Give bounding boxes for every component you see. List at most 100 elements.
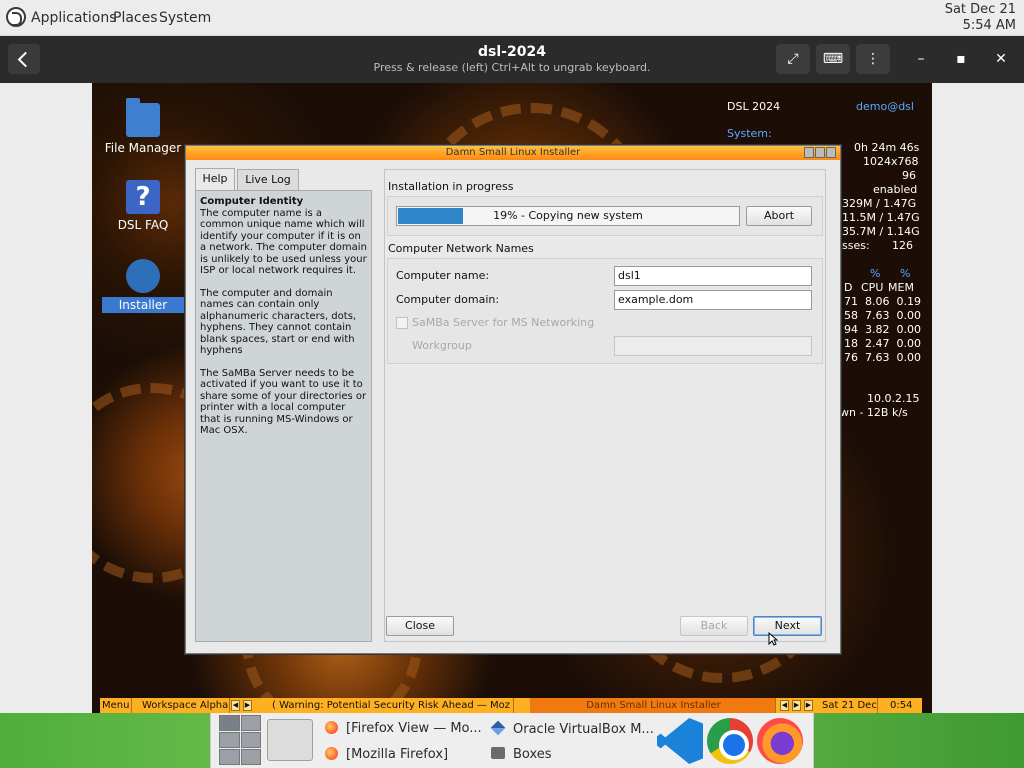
help-heading: Computer Identity xyxy=(200,196,304,207)
dock-task-firefox-view[interactable]: [Firefox View — Mo... xyxy=(325,721,482,736)
conky-processes: 126 xyxy=(892,239,913,252)
taskbar-task-installer[interactable]: Damn Small Linux Installer xyxy=(530,698,776,713)
conky-proc-row: 71 8.06 0.19 xyxy=(844,295,921,308)
conky-proc-table: 71 8.06 0.19 58 7.63 0.00 94 3.82 0.00 1… xyxy=(844,295,921,365)
install-progress-bar: 19% - Copying new system xyxy=(396,206,740,226)
vscode-icon[interactable] xyxy=(657,718,703,764)
desktop-icon-file-manager[interactable]: File Manager xyxy=(93,98,193,155)
network-section-title: Computer Network Names xyxy=(388,242,534,255)
conky-proc-row: 18 2.47 0.00 xyxy=(844,337,921,350)
installer-window: Damn Small Linux Installer Help Live Log… xyxy=(185,145,841,654)
arrow-right-icon[interactable]: ▶ xyxy=(804,700,813,711)
computer-domain-label: Computer domain: xyxy=(396,293,500,306)
conky-uptime: 0h 24m 46s xyxy=(854,141,920,154)
folder-icon[interactable] xyxy=(267,719,313,761)
conky-proc-header: D xyxy=(844,281,853,294)
help-paragraph: The computer name is a common unique nam… xyxy=(200,207,367,277)
host-dock: [Firefox View — Mo... [Mozilla Firefox] … xyxy=(210,713,814,768)
firefox-icon xyxy=(325,721,338,734)
clock-time: 5:54 AM xyxy=(962,18,1016,33)
maximize-icon[interactable] xyxy=(815,147,825,158)
distro-logo-icon[interactable] xyxy=(6,7,26,27)
virtualbox-icon xyxy=(490,720,506,736)
conky-system-label: System: xyxy=(727,127,772,140)
dock-task-virtualbox[interactable]: Oracle VirtualBox M... xyxy=(490,720,654,737)
close-icon[interactable] xyxy=(826,147,836,158)
conky-status: enabled xyxy=(873,183,918,196)
fullscreen-icon[interactable]: ⤢ xyxy=(776,44,810,74)
more-vert-icon[interactable]: ⋮ xyxy=(856,44,890,74)
computer-name-field[interactable]: dsl1 xyxy=(614,266,812,286)
computer-name-label: Computer name: xyxy=(396,269,490,282)
conky-disk: 35.7M / 1.14G xyxy=(842,225,920,238)
desktop-icon-dsl-faq[interactable]: ? DSL FAQ xyxy=(93,180,193,232)
conky-proc-header: % xyxy=(870,267,881,280)
maximize-icon[interactable]: ▪ xyxy=(949,48,973,72)
conky-ram: 329M / 1.47G xyxy=(842,197,917,210)
conky-ip: 10.0.2.15 xyxy=(867,392,920,405)
boxes-icon xyxy=(491,747,505,759)
system-menu[interactable]: System xyxy=(159,10,211,26)
workspace-switcher[interactable]: Workspace Alpha xyxy=(140,698,230,713)
chrome-icon[interactable] xyxy=(707,718,753,764)
applications-menu[interactable]: Applications xyxy=(31,10,117,26)
progress-section-title: Installation in progress xyxy=(388,180,514,193)
host-clock[interactable]: Sat Dec 21 5:54 AM xyxy=(945,2,1016,34)
conky-processes-label: sses: xyxy=(842,239,870,252)
workspace-pager[interactable] xyxy=(219,715,261,765)
firefox-icon xyxy=(325,747,338,760)
close-button[interactable]: Close xyxy=(386,616,454,636)
guest-taskbar: Menu Workspace Alpha ◀ ▶ ( Warning: Pote… xyxy=(100,698,922,713)
guest-menu-button[interactable]: Menu xyxy=(100,698,132,713)
installer-icon xyxy=(126,259,160,293)
mouse-pointer-icon xyxy=(768,632,778,646)
progress-text: 19% - Copying new system xyxy=(493,209,643,222)
places-menu[interactable]: Places xyxy=(113,10,158,26)
conky-dpi: 96 xyxy=(902,169,916,182)
host-top-panel: Applications Places System Sat Dec 21 5:… xyxy=(0,0,1024,36)
tab-help[interactable]: Help xyxy=(195,168,235,191)
conky-proc-row: 58 7.63 0.00 xyxy=(844,309,921,322)
workgroup-label: Workgroup xyxy=(412,339,472,352)
guest-date: Sat 21 Dec xyxy=(822,698,878,713)
computer-domain-field[interactable]: example.dom xyxy=(614,290,812,310)
dock-task-mozilla-firefox[interactable]: [Mozilla Firefox] xyxy=(325,747,448,762)
firefox-icon[interactable] xyxy=(757,718,803,764)
conky-proc-header: % xyxy=(900,267,911,280)
window-title: Damn Small Linux Installer xyxy=(445,147,581,158)
desktop-icon-installer[interactable]: Installer xyxy=(93,259,193,313)
conky-proc-row: 94 3.82 0.00 xyxy=(844,323,921,336)
shade-icon[interactable] xyxy=(804,147,814,158)
taskbar-task-firefox[interactable]: ( Warning: Potential Security Risk Ahead… xyxy=(270,698,514,713)
help-paragraph: The computer and domain names can contai… xyxy=(200,287,357,357)
back-button[interactable]: Back xyxy=(680,616,748,636)
abort-button[interactable]: Abort xyxy=(746,206,812,226)
keyboard-icon[interactable]: ⌨ xyxy=(816,44,850,74)
dock-task-boxes[interactable]: Boxes xyxy=(491,747,552,762)
conky-proc-header: MEM xyxy=(888,281,914,294)
close-icon[interactable]: ✕ xyxy=(989,48,1013,72)
tab-live-log[interactable]: Live Log xyxy=(237,169,299,190)
clock-date: Sat Dec 21 xyxy=(944,2,1016,17)
vm-header-bar: dsl-2024 Press & release (left) Ctrl+Alt… xyxy=(0,36,1024,83)
help-paragraph: The SaMBa Server needs to be activated i… xyxy=(200,367,367,437)
arrow-left-icon[interactable]: ◀ xyxy=(780,700,789,711)
desktop-icon-label: DSL FAQ xyxy=(117,218,169,232)
samba-checkbox[interactable] xyxy=(396,317,408,329)
folder-icon xyxy=(126,98,160,137)
desktop-icon-label: File Manager xyxy=(104,141,182,155)
installer-titlebar[interactable]: Damn Small Linux Installer xyxy=(186,146,840,160)
guest-time: 0:54 xyxy=(890,700,913,711)
workgroup-field[interactable] xyxy=(614,336,812,356)
minimize-icon[interactable]: – xyxy=(909,48,933,72)
arrow-right-icon[interactable]: ▶ xyxy=(792,700,801,711)
help-pane: Computer Identity The computer name is a… xyxy=(195,190,372,642)
arrow-right-icon[interactable]: ▶ xyxy=(243,700,252,711)
help-icon: ? xyxy=(126,180,160,214)
arrow-left-icon[interactable]: ◀ xyxy=(231,700,240,711)
conky-proc-row: 76 7.63 0.00 xyxy=(844,351,921,364)
samba-label: SaMBa Server for MS Networking xyxy=(412,316,595,329)
conky-net: wn - 12B k/s xyxy=(840,406,908,419)
conky-swap: 11.5M / 1.47G xyxy=(842,211,920,224)
next-button[interactable]: Next xyxy=(753,616,822,636)
